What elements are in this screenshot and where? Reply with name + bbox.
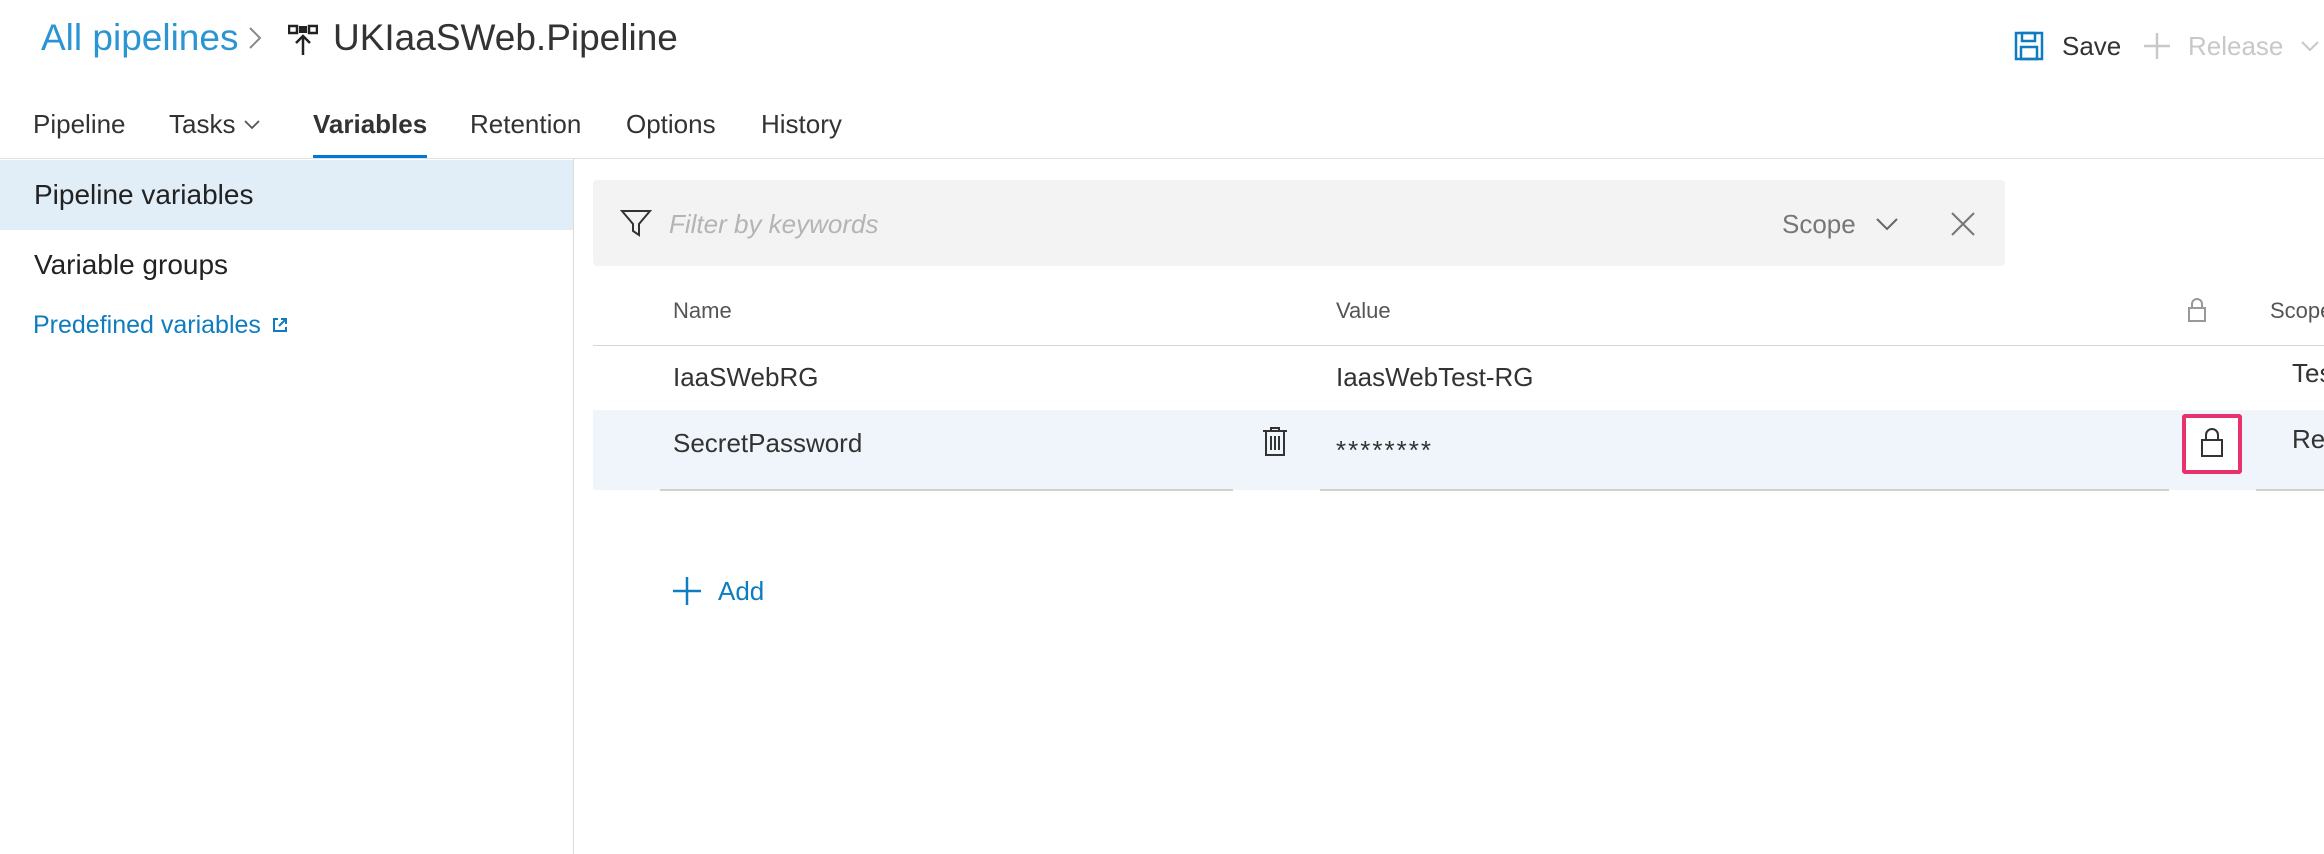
scope-dropdown[interactable]: Scope xyxy=(1782,204,1900,244)
tab-options[interactable]: Options xyxy=(626,108,716,140)
lock-icon[interactable] xyxy=(2199,426,2225,458)
save-icon xyxy=(2014,31,2044,61)
variable-scope-cell[interactable]: Test xyxy=(2292,357,2324,389)
variable-value-input[interactable]: ******** xyxy=(1336,434,1433,466)
plus-icon xyxy=(673,577,701,605)
column-header-value: Value xyxy=(1336,298,1391,323)
tab-tasks[interactable]: Tasks xyxy=(169,108,235,140)
filter-keywords-input[interactable] xyxy=(669,204,1749,244)
release-pipeline-icon xyxy=(288,24,318,55)
sidebar-item-pipeline-variables[interactable]: Pipeline variables xyxy=(34,177,253,213)
release-label: Release xyxy=(2188,30,2284,61)
name-input-underline xyxy=(660,489,1233,491)
variable-name-input[interactable]: SecretPassword xyxy=(673,427,862,459)
variable-value-cell[interactable]: IaasWebTest-RG xyxy=(1336,361,1533,393)
release-button[interactable]: Release xyxy=(2142,28,2321,64)
external-link-icon xyxy=(272,318,287,332)
chevron-down-icon xyxy=(244,120,260,130)
chevron-down-icon xyxy=(2301,41,2320,52)
filter-icon xyxy=(620,210,652,237)
variable-name-cell[interactable]: IaaSWebRG xyxy=(673,361,818,393)
header-divider xyxy=(0,158,2324,159)
column-header-scope: Scope xyxy=(2270,298,2324,323)
tab-pipeline[interactable]: Pipeline xyxy=(33,108,126,140)
tab-variables[interactable]: Variables xyxy=(313,108,427,140)
nav-divider xyxy=(573,159,574,854)
lock-icon xyxy=(2188,298,2206,322)
scope-dropdown-label: Scope xyxy=(1782,208,1856,239)
pipeline-title: UKIaaSWeb.Pipeline xyxy=(333,17,678,58)
predefined-variables-label: Predefined variables xyxy=(33,311,261,339)
tab-retention[interactable]: Retention xyxy=(470,108,581,140)
chevron-down-icon xyxy=(1876,218,1898,231)
tab-history[interactable]: History xyxy=(761,108,842,140)
save-label: Save xyxy=(2062,30,2122,61)
save-button[interactable]: Save xyxy=(2014,28,2121,64)
add-variable-button[interactable]: Add xyxy=(672,573,764,609)
predefined-variables-link[interactable]: Predefined variables xyxy=(33,309,289,341)
trash-icon[interactable] xyxy=(1261,425,1289,457)
add-label: Add xyxy=(718,575,765,606)
sidebar-item-variable-groups[interactable]: Variable groups xyxy=(34,247,228,283)
table-header-divider xyxy=(593,345,2324,346)
close-icon[interactable] xyxy=(1948,209,1978,239)
scope-input-underline xyxy=(2256,489,2324,491)
all-pipelines-link[interactable]: All pipelines xyxy=(41,16,238,60)
plus-icon xyxy=(2144,33,2170,59)
value-input-underline xyxy=(1320,489,2169,491)
chevron-right-icon xyxy=(249,27,262,49)
column-header-name: Name xyxy=(673,298,732,323)
variable-scope-cell[interactable]: Release xyxy=(2292,423,2324,455)
